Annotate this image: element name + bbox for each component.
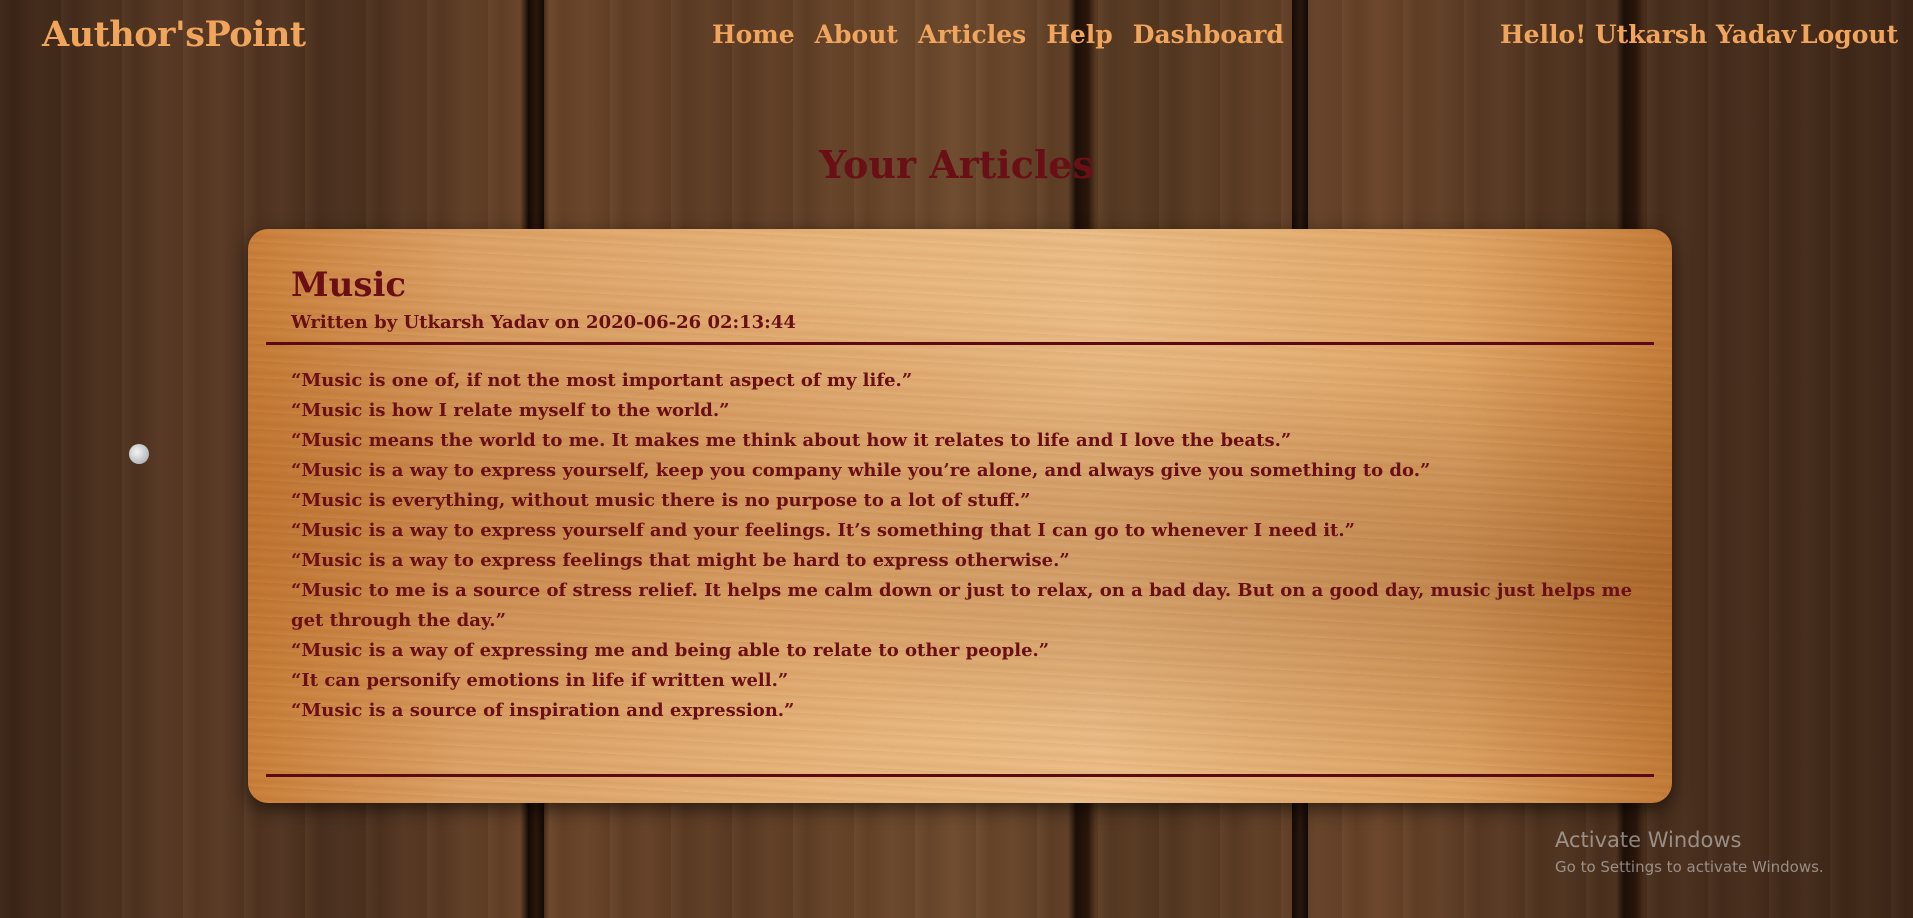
article-line: “Music is a way of expressing me and bei… <box>291 640 1050 661</box>
main-nav: Home About Articles Help Dashboard <box>712 20 1284 49</box>
nav-link-about[interactable]: About <box>815 20 898 49</box>
windows-activation-watermark: Activate Windows Go to Settings to activ… <box>1555 828 1824 876</box>
article-byline: Written by Utkarsh Yadav on 2020-06-26 0… <box>291 312 796 333</box>
article-line: “Music means the world to me. It makes m… <box>291 430 1292 451</box>
article-line: “Music is one of, if not the most import… <box>291 370 913 391</box>
article-title: Music <box>291 265 407 305</box>
nav-link-help[interactable]: Help <box>1046 20 1113 49</box>
article-line: “Music is how I relate myself to the wor… <box>291 400 730 421</box>
nav-link-dashboard[interactable]: Dashboard <box>1133 20 1284 49</box>
divider <box>266 774 1654 777</box>
page-title: Your Articles <box>819 142 1094 187</box>
article-body: “Music is one of, if not the most import… <box>291 366 1636 726</box>
watermark-subtitle: Go to Settings to activate Windows. <box>1555 858 1824 876</box>
watermark-title: Activate Windows <box>1555 828 1742 852</box>
brand-logo[interactable]: Author'sPoint <box>42 14 306 55</box>
top-navbar: Author'sPoint Home About Articles Help D… <box>0 0 1913 75</box>
article-card: Music Written by Utkarsh Yadav on 2020-0… <box>248 229 1672 803</box>
article-line: “Music is a way to express yourself and … <box>291 520 1355 541</box>
article-line: “Music to me is a source of stress relie… <box>291 580 1633 631</box>
nav-link-articles[interactable]: Articles <box>918 20 1026 49</box>
wall-pin-decoration <box>129 444 149 464</box>
article-line: “Music is a way to express yourself, kee… <box>291 460 1431 481</box>
article-line: “Music is a source of inspiration and ex… <box>291 700 795 721</box>
article-line: “Music is everything, without music ther… <box>291 490 1031 511</box>
article-line: “Music is a way to express feelings that… <box>291 550 1070 571</box>
nav-link-home[interactable]: Home <box>712 20 795 49</box>
article-line: “It can personify emotions in life if wr… <box>291 670 789 691</box>
logout-link[interactable]: Logout <box>1800 20 1898 49</box>
user-greeting[interactable]: Hello! Utkarsh Yadav <box>1500 20 1796 49</box>
divider <box>266 342 1654 345</box>
